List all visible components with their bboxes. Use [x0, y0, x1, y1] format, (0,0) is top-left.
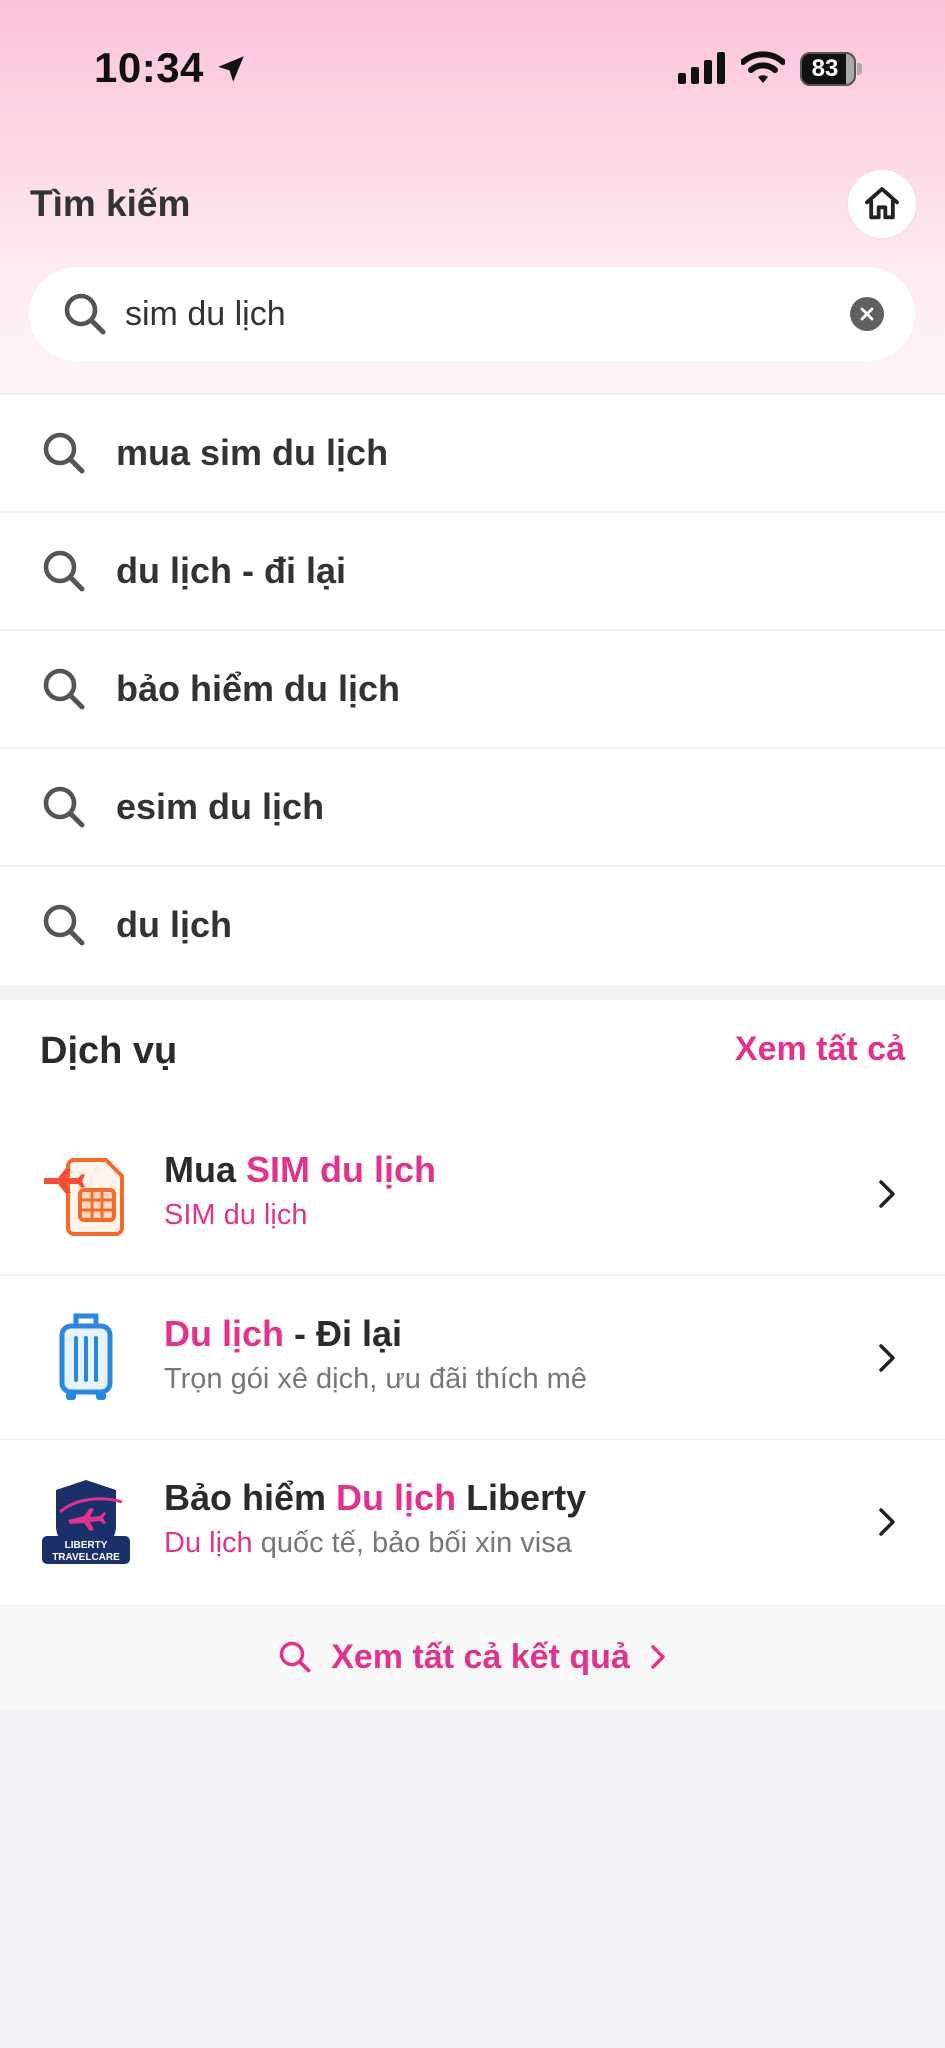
service-name-part: Bảo hiểm: [164, 1477, 337, 1518]
service-subtitle: Trọn gói xê dịch, ưu đãi thích mê: [164, 1363, 587, 1396]
suggestion-label: du lịch - đi lại: [116, 550, 347, 591]
service-name-highlight: Du lịch: [164, 1313, 285, 1354]
service-name-part: Liberty: [456, 1477, 587, 1518]
service-name-part: - Đi lại: [284, 1313, 403, 1354]
home-button[interactable]: [848, 170, 916, 238]
plane-sim-icon: [44, 1158, 124, 1236]
search-query-text: sim du lịch: [125, 295, 286, 333]
service-subtitle-part: Trọn gói xê dịch, ưu đãi thích mê: [164, 1363, 587, 1395]
chevron-right-icon: [651, 1645, 665, 1669]
suggestion-item[interactable]: bảo hiểm du lịch: [0, 631, 945, 749]
search-icon: [43, 668, 85, 710]
chevron-right-icon: [879, 1344, 895, 1372]
suggestion-item[interactable]: esim du lịch: [0, 749, 945, 867]
services-title: Dịch vụ: [40, 1030, 178, 1072]
service-subtitle-part: quốc tế, bảo bối xin visa: [252, 1527, 572, 1559]
page-title: Tìm kiếm: [30, 183, 191, 224]
suitcase-icon: [59, 1313, 113, 1400]
service-subtitle-highlight: Du lịch: [164, 1527, 253, 1559]
suggestion-item[interactable]: du lịch: [0, 867, 945, 985]
search-icon: [43, 904, 85, 946]
service-name-highlight: SIM du lịch: [246, 1149, 437, 1190]
suggestion-item[interactable]: mua sim du lịch: [0, 395, 945, 513]
suggestion-label: mua sim du lịch: [116, 432, 389, 473]
svg-text:TRAVELCARE: TRAVELCARE: [52, 1552, 120, 1563]
service-subtitle: SIM du lịch: [164, 1199, 307, 1232]
service-subtitle-highlight: SIM du lịch: [164, 1199, 308, 1231]
location-arrow-icon: [218, 56, 244, 82]
service-name-part: Mua: [164, 1149, 247, 1190]
service-name: Du lịch - Đi lại: [164, 1313, 402, 1355]
search-icon: [43, 550, 85, 592]
suggestion-item[interactable]: du lịch - đi lại: [0, 513, 945, 631]
service-name-highlight: Du lịch: [336, 1477, 457, 1518]
chevron-right-icon: [879, 1180, 895, 1208]
suggestion-label: du lịch: [116, 904, 232, 945]
search-suggestions: mua sim du lịch du lịch - đi lại bảo hiể…: [0, 393, 945, 985]
see-all-results-button[interactable]: Xem tất cả kết quả: [0, 1604, 945, 1710]
service-name: Bảo hiểm Du lịch Liberty: [164, 1477, 586, 1519]
cellular-signal-icon: [678, 52, 725, 84]
status-bar: 10:34 83: [0, 0, 945, 130]
suggestion-label: bảo hiểm du lịch: [116, 668, 401, 709]
battery-percentage: 83: [811, 55, 839, 82]
clear-search-button[interactable]: [850, 297, 884, 331]
see-all-services-link[interactable]: Xem tất cả: [735, 1030, 905, 1069]
service-item-travel-sim[interactable]: Mua SIM du lịch SIM du lịch: [0, 1112, 945, 1276]
see-all-results-label: Xem tất cả kết quả: [331, 1637, 630, 1676]
battery-indicator: 83: [800, 52, 862, 86]
wifi-icon: [741, 51, 785, 83]
service-item-travel-insurance[interactable]: LIBERTY TRAVELCARE Bảo hiểm Du lịch Libe…: [0, 1440, 945, 1604]
search-icon: [43, 786, 85, 828]
service-name: Mua SIM du lịch: [164, 1149, 436, 1191]
suggestion-label: esim du lịch: [116, 786, 325, 827]
status-time: 10:34: [94, 44, 204, 91]
close-icon: [860, 307, 874, 321]
search-icon: [279, 1641, 311, 1673]
service-item-travel-transport[interactable]: Du lịch - Đi lại Trọn gói xê dịch, ưu đã…: [0, 1276, 945, 1440]
chevron-right-icon: [879, 1508, 895, 1536]
service-subtitle: Du lịch quốc tế, bảo bối xin visa: [164, 1527, 572, 1560]
search-icon: [43, 432, 85, 474]
home-icon: [865, 187, 899, 220]
liberty-travelcare-logo: LIBERTY TRAVELCARE: [42, 1480, 130, 1564]
svg-text:LIBERTY: LIBERTY: [65, 1540, 108, 1551]
search-input[interactable]: sim du lịch: [29, 267, 915, 361]
search-icon: [64, 293, 106, 335]
